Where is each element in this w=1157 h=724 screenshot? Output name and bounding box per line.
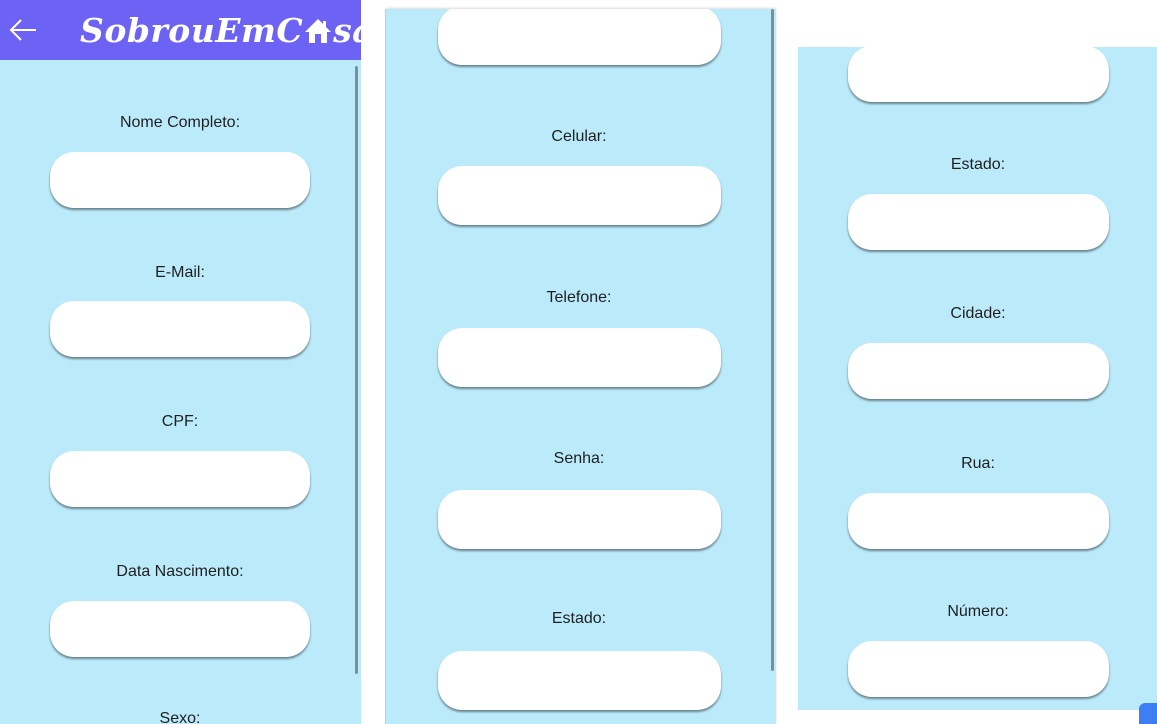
previous-field-input[interactable] <box>438 9 721 65</box>
state-input[interactable] <box>438 651 721 710</box>
password-label: Senha: <box>553 450 605 467</box>
signup-panel-2: Celular: Telefone: Senha: Estado: <box>386 9 776 724</box>
cpf-input[interactable] <box>50 451 310 507</box>
state-label: Estado: <box>950 156 1006 173</box>
app-logo: SobrouEmC sa <box>80 5 361 55</box>
city-label: Cidade: <box>950 305 1006 322</box>
previous-field-input[interactable] <box>848 47 1109 102</box>
signup-panel-1: SobrouEmC sa Nome Completo: E-Mail: CPF:… <box>0 0 361 724</box>
street-input[interactable] <box>848 493 1109 549</box>
sex-label: Sexo: <box>159 710 201 724</box>
email-input[interactable] <box>50 301 310 357</box>
app-bar: SobrouEmC sa <box>0 0 361 60</box>
cpf-label: CPF: <box>161 413 199 430</box>
panel-divider <box>385 9 386 724</box>
birth-date-label: Data Nascimento: <box>116 563 244 580</box>
mobile-label: Celular: <box>551 128 607 145</box>
full-name-label: Nome Completo: <box>119 114 241 131</box>
scrollbar[interactable] <box>771 9 774 671</box>
email-label: E-Mail: <box>155 264 205 281</box>
number-input[interactable] <box>848 641 1109 697</box>
street-label: Rua: <box>961 455 995 472</box>
signup-panel-3: Estado: Cidade: Rua: Número: <box>798 47 1157 710</box>
mobile-input[interactable] <box>438 166 721 225</box>
phone-label: Telefone: <box>546 289 612 306</box>
floating-button[interactable] <box>1139 703 1157 724</box>
scrollbar[interactable] <box>355 66 358 674</box>
password-input[interactable] <box>438 490 721 549</box>
house-icon <box>305 19 332 43</box>
logo-text-suffix: sa <box>333 10 361 50</box>
city-input[interactable] <box>848 343 1109 399</box>
logo-text-prefix: SobrouEmC <box>80 10 304 50</box>
phone-input[interactable] <box>438 328 721 387</box>
state-input[interactable] <box>848 194 1109 250</box>
full-name-input[interactable] <box>50 152 310 208</box>
number-label: Número: <box>947 603 1009 620</box>
arrow-left-icon[interactable] <box>6 13 40 47</box>
birth-date-input[interactable] <box>50 601 310 657</box>
state-label: Estado: <box>551 610 607 627</box>
